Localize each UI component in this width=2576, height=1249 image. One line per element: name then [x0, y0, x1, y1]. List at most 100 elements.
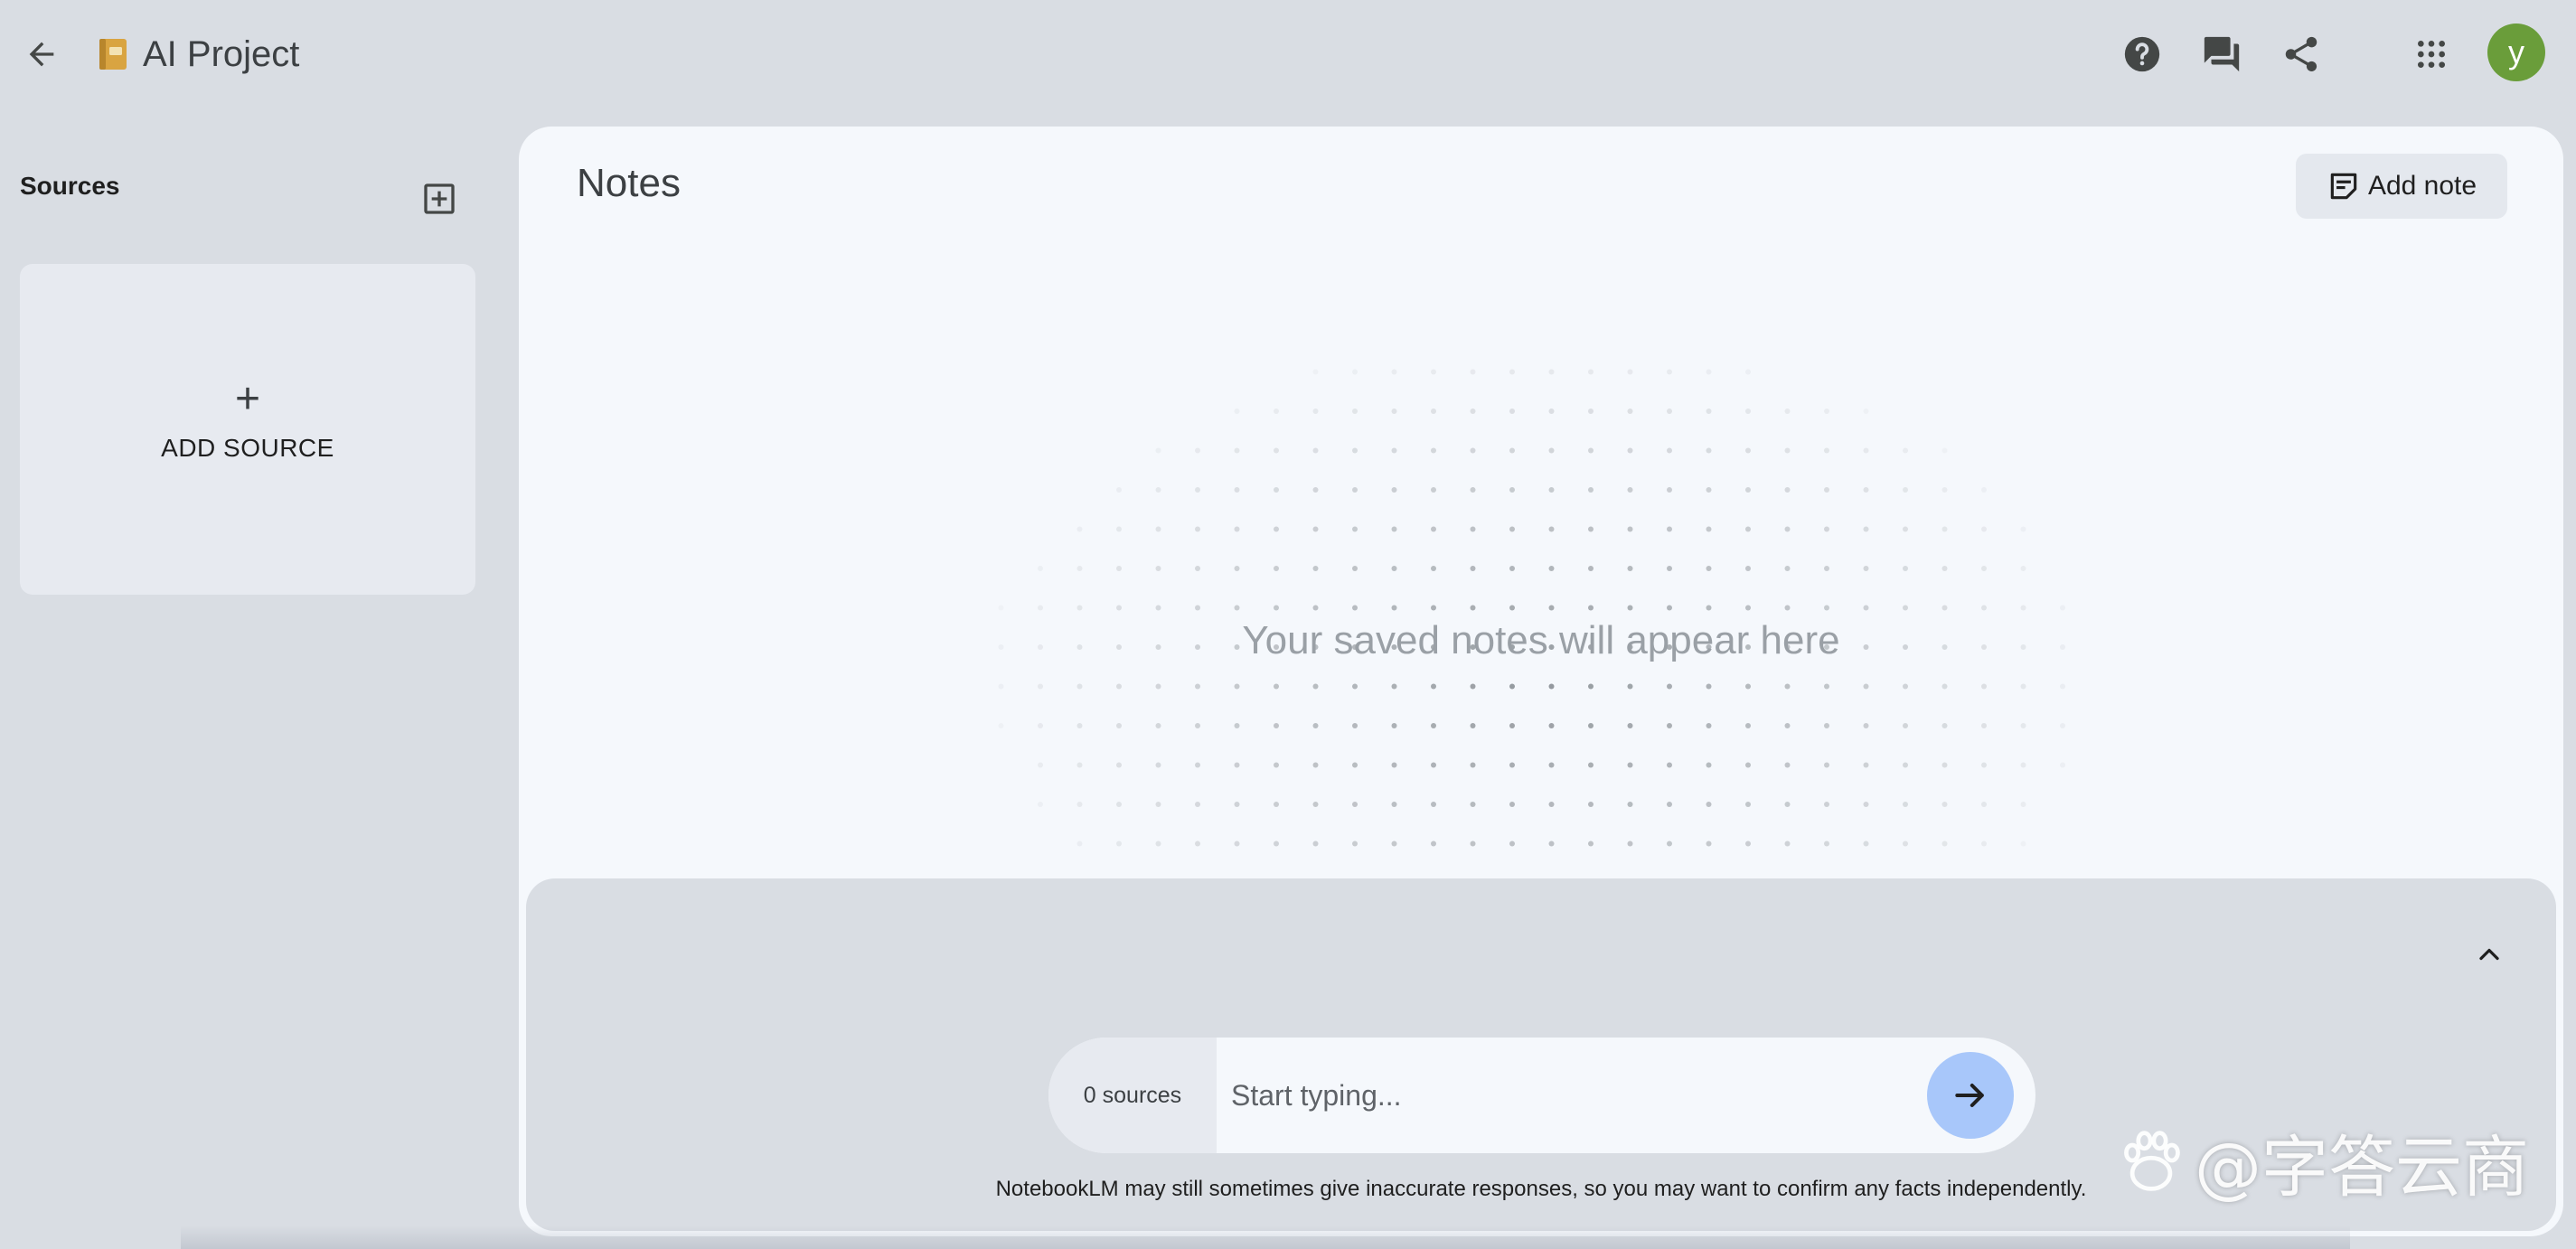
decorative-dot	[1784, 802, 1791, 807]
decorative-dot	[1706, 447, 1712, 454]
decorative-dot	[2020, 762, 2026, 768]
decorative-dot	[1667, 369, 1672, 375]
decorative-dot	[1391, 762, 1397, 768]
decorative-dot	[1627, 683, 1633, 690]
decorative-dot	[1667, 566, 1672, 571]
decorative-dot	[1312, 487, 1319, 493]
decorative-dot	[1076, 605, 1083, 611]
avatar[interactable]: y	[2487, 23, 2545, 81]
help-button[interactable]	[2115, 27, 2169, 81]
decorative-dot	[1038, 802, 1043, 807]
decorative-dot	[1470, 409, 1476, 414]
source-count-chip[interactable]: 0 sources	[1048, 1038, 1217, 1153]
share-icon	[2285, 36, 2317, 72]
decorative-dot	[1391, 526, 1397, 532]
decorative-dot	[1155, 526, 1161, 532]
decorative-dot	[2060, 605, 2065, 611]
decorative-dot	[1431, 526, 1436, 532]
decorative-dot	[1745, 605, 1751, 611]
decorative-dot	[1863, 723, 1869, 728]
decorative-dot	[998, 605, 1004, 611]
decorative-dot	[1391, 369, 1397, 375]
decorative-dot	[1981, 840, 1987, 847]
apps-button[interactable]	[2404, 27, 2458, 81]
plus-icon: +	[234, 375, 261, 423]
add-note-label: Add note	[2367, 171, 2477, 201]
back-button[interactable]	[16, 29, 67, 80]
decorative-dot	[1312, 526, 1319, 532]
decorative-dot	[1312, 840, 1319, 847]
decorative-dot	[1155, 566, 1161, 571]
decorative-dot	[1234, 802, 1240, 807]
decorative-dot	[1509, 526, 1515, 532]
decorative-dot	[1941, 840, 1948, 847]
add-box-icon	[424, 183, 455, 214]
decorative-dot	[1667, 605, 1672, 611]
send-button[interactable]	[1927, 1052, 2014, 1139]
decorative-dot	[1509, 683, 1515, 690]
decorative-dot	[1627, 723, 1633, 728]
decorative-dot	[1274, 683, 1279, 690]
decorative-dot	[1509, 840, 1515, 847]
decorative-dot	[1274, 409, 1279, 414]
decorative-dot	[1352, 447, 1358, 454]
decorative-dot	[1470, 723, 1476, 728]
decorative-dot	[1981, 487, 1987, 493]
bottom-shadow	[181, 1226, 2350, 1249]
decorative-dot	[1667, 840, 1672, 847]
add-note-button[interactable]: Add note	[2296, 154, 2507, 219]
decorative-dot	[1706, 840, 1712, 847]
decorative-dot	[1627, 840, 1633, 847]
chat-feedback-button[interactable]	[2195, 27, 2249, 81]
decorative-dot	[1274, 526, 1279, 532]
add-source-icon-button[interactable]	[416, 175, 463, 222]
decorative-dot	[1588, 409, 1594, 414]
decorative-dot	[1941, 683, 1948, 690]
decorative-dot	[1234, 566, 1240, 571]
decorative-dot	[1981, 723, 1987, 728]
decorative-dot	[1548, 409, 1555, 414]
decorative-dot	[1509, 447, 1515, 454]
top-bar: AI Project y	[0, 0, 2576, 108]
decorative-dot	[1824, 487, 1829, 493]
add-source-card[interactable]: + ADD SOURCE	[20, 264, 475, 595]
decorative-dot	[1903, 605, 1908, 611]
decorative-dot	[1391, 802, 1397, 807]
watermark: @字答云商	[2117, 1121, 2533, 1207]
decorative-dot	[1155, 605, 1161, 611]
decorative-dot	[1116, 526, 1122, 532]
decorative-dot	[1745, 802, 1751, 807]
decorative-dot	[1588, 723, 1594, 728]
decorative-dot	[1667, 683, 1672, 690]
decorative-dot	[1076, 683, 1083, 690]
decorative-dot	[1352, 802, 1358, 807]
decorative-dot	[1863, 566, 1869, 571]
decorative-dot	[1195, 723, 1200, 728]
decorative-dot	[1941, 526, 1948, 532]
apps-grid-icon	[2418, 41, 2445, 68]
decorative-dot	[1470, 487, 1476, 493]
chat-input[interactable]	[1217, 1038, 1922, 1153]
decorative-dot	[1312, 409, 1319, 414]
decorative-dot	[1195, 840, 1200, 847]
decorative-dot	[1470, 802, 1476, 807]
notes-title: Notes	[577, 161, 681, 205]
decorative-dot	[1548, 447, 1555, 454]
sources-title: Sources	[20, 172, 120, 200]
decorative-dot	[1470, 605, 1476, 611]
decorative-dot	[1588, 487, 1594, 493]
share-button[interactable]	[2274, 27, 2328, 81]
decorative-dot	[1312, 683, 1319, 690]
decorative-dot	[1903, 840, 1908, 847]
decorative-dot	[1431, 605, 1436, 611]
decorative-dot	[1627, 526, 1633, 532]
decorative-dot	[1431, 802, 1436, 807]
decorative-dot	[1352, 605, 1358, 611]
decorative-dot	[1548, 487, 1555, 493]
decorative-dot	[1470, 447, 1476, 454]
decorative-dot	[1352, 762, 1358, 768]
decorative-dot	[1116, 683, 1122, 690]
decorative-dot	[1706, 487, 1712, 493]
collapse-chat-button[interactable]	[2464, 929, 2515, 980]
decorative-dot	[1981, 605, 1987, 611]
